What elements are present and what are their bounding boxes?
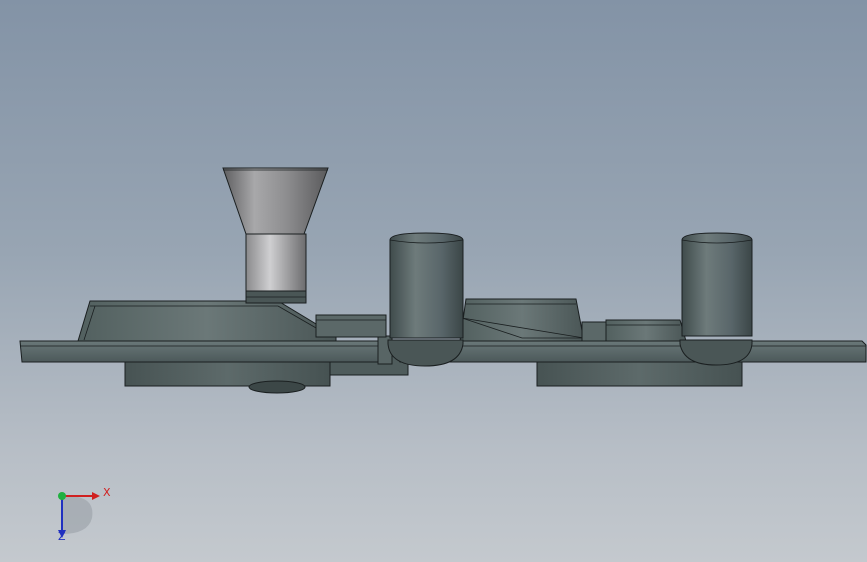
raised-block-right[interactable] bbox=[459, 298, 687, 342]
y-axis-dot-icon bbox=[58, 492, 66, 500]
z-axis-label: Z bbox=[58, 530, 66, 543]
x-axis-arrow-icon bbox=[92, 492, 100, 500]
triad-shadow bbox=[62, 495, 93, 534]
view-orientation-triad: X Z bbox=[48, 484, 118, 546]
lower-block-left[interactable] bbox=[124, 357, 331, 394]
cylinder-right[interactable] bbox=[679, 232, 753, 366]
funnel-assembly[interactable] bbox=[222, 167, 329, 304]
raised-block-left[interactable] bbox=[77, 300, 337, 342]
cylinder-left[interactable] bbox=[387, 232, 464, 367]
x-axis-label: X bbox=[103, 486, 111, 499]
graphics-viewport[interactable]: X Z bbox=[0, 0, 867, 562]
3d-model[interactable] bbox=[0, 0, 867, 562]
center-tab-left[interactable] bbox=[315, 314, 387, 338]
